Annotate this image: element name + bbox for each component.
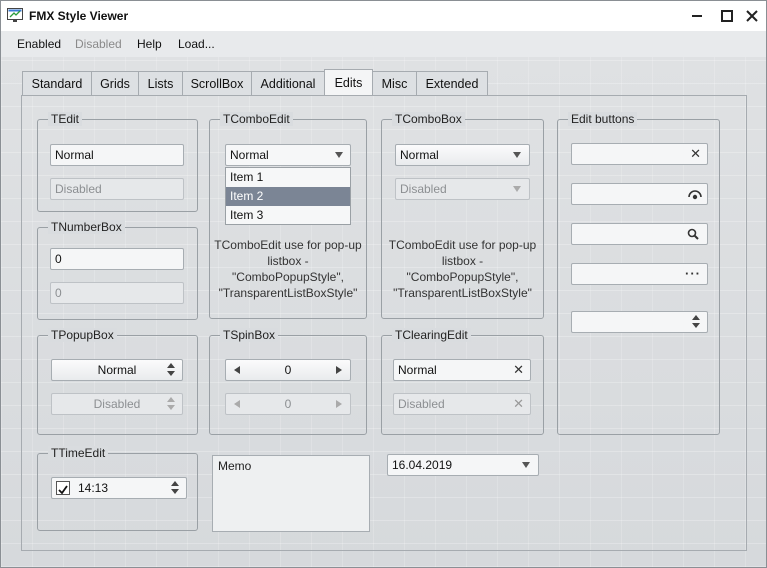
group-tnumberbox: TNumberBox	[37, 220, 198, 320]
timeedit-checkbox[interactable]	[56, 481, 70, 495]
tab-scrollbox[interactable]: ScrollBox	[182, 71, 252, 95]
chevron-down-icon[interactable]	[522, 462, 530, 468]
clear-icon[interactable]: ✕	[690, 144, 701, 164]
group-tpopupbox: TPopupBox	[37, 328, 198, 435]
note-line: listbox -	[441, 254, 484, 268]
numberbox-disabled: 0	[50, 282, 184, 304]
edit-with-clear-button[interactable]: ✕	[571, 143, 708, 165]
popupbox-value: Normal	[97, 363, 137, 377]
group-title: TClearingEdit	[392, 328, 471, 342]
close-icon[interactable]	[742, 6, 762, 26]
tedit-normal[interactable]: Normal	[50, 144, 184, 166]
group-title: TComboBox	[392, 112, 465, 126]
tab-extended[interactable]: Extended	[416, 71, 488, 95]
increment-icon	[336, 400, 342, 408]
menu-disabled[interactable]: Disabled	[75, 37, 122, 51]
note-line: "TransparentListBoxStyle"	[393, 286, 532, 300]
spinbox-value: 0	[284, 397, 292, 411]
combobox-note: TComboEdit use for pop-up listbox - "Com…	[381, 237, 544, 301]
edit-with-search-button[interactable]	[571, 223, 708, 245]
note-line: TComboEdit use for pop-up	[214, 238, 362, 252]
menu-bar: Enabled Disabled Help Load...	[1, 31, 766, 57]
tab-edits[interactable]: Edits	[324, 69, 373, 96]
comboedit-note: TComboEdit use for pop-up listbox - "Com…	[209, 237, 367, 301]
comboedit-value: Normal	[230, 148, 269, 162]
clearingedit-value: Normal	[398, 363, 437, 377]
edit-with-password-button[interactable]	[571, 183, 708, 205]
ellipsis-icon[interactable]: ···	[685, 264, 701, 284]
group-title: TComboEdit	[220, 112, 293, 126]
up-down-icon	[166, 363, 176, 377]
menu-enabled[interactable]: Enabled	[17, 37, 61, 51]
note-line: "TransparentListBoxStyle"	[218, 286, 358, 300]
numberbox-normal[interactable]: 0	[50, 248, 184, 270]
clear-icon[interactable]: ✕	[513, 360, 524, 380]
up-down-icon[interactable]	[691, 315, 701, 329]
decrement-icon[interactable]	[234, 366, 240, 374]
group-title: TEdit	[48, 112, 83, 126]
increment-icon[interactable]	[336, 366, 342, 374]
combobox-value: Normal	[400, 148, 439, 162]
title-bar: FMX Style Viewer	[1, 1, 766, 31]
list-item[interactable]: Item 3	[226, 206, 350, 225]
list-item-selected[interactable]: Item 2	[226, 187, 350, 206]
spinbox-value: 0	[284, 363, 292, 377]
up-down-icon	[166, 397, 176, 411]
date-edit[interactable]: 16.04.2019	[387, 454, 539, 476]
note-line: TComboEdit use for pop-up	[388, 238, 537, 252]
group-tspinbox: TSpinBox	[209, 328, 367, 435]
comboedit-input[interactable]: Normal	[225, 144, 351, 166]
clearingedit-normal[interactable]: Normal ✕	[393, 359, 531, 381]
timeedit-input[interactable]: 14:13	[51, 477, 187, 499]
clear-icon: ✕	[513, 396, 524, 411]
chevron-down-icon	[513, 186, 521, 192]
app-icon	[7, 8, 23, 22]
spinbox-disabled: 0	[225, 393, 351, 415]
chevron-down-icon[interactable]	[335, 152, 343, 158]
date-value: 16.04.2019	[392, 458, 453, 472]
combobox-disabled: Disabled	[395, 178, 530, 200]
window-title: FMX Style Viewer	[29, 9, 129, 23]
note-line: "ComboPopupStyle",	[232, 270, 344, 284]
edit-with-ellipsis-button[interactable]: ···	[571, 263, 708, 285]
app-window: FMX Style Viewer Enabled Disabled Help L…	[0, 0, 767, 568]
search-icon[interactable]	[687, 228, 699, 240]
group-tclearingedit: TClearingEdit	[381, 328, 544, 435]
decrement-icon	[234, 400, 240, 408]
popupbox-disabled: Disabled	[51, 393, 183, 415]
group-title: TSpinBox	[220, 328, 279, 342]
edit-with-spin-buttons[interactable]	[571, 311, 708, 333]
timeedit-value: 14:13	[78, 481, 109, 495]
clearingedit-value: Disabled	[398, 397, 445, 411]
tab-additional[interactable]: Additional	[251, 71, 325, 95]
group-title: TPopupBox	[48, 328, 117, 342]
list-item[interactable]: Item 1	[226, 168, 350, 187]
combobox-value: Disabled	[400, 182, 447, 196]
popupbox-normal[interactable]: Normal	[51, 359, 183, 381]
note-line: listbox -	[267, 254, 309, 268]
minimize-icon[interactable]	[687, 6, 707, 26]
clearingedit-disabled: Disabled ✕	[393, 393, 531, 415]
menu-load[interactable]: Load...	[178, 37, 215, 51]
tedit-disabled: Disabled	[50, 178, 184, 200]
tab-misc[interactable]: Misc	[372, 71, 417, 95]
tab-grids[interactable]: Grids	[91, 71, 139, 95]
memo-field[interactable]: Memo	[212, 455, 370, 532]
spinbox-normal[interactable]: 0	[225, 359, 351, 381]
popupbox-value: Disabled	[93, 397, 141, 411]
eye-icon[interactable]	[688, 188, 702, 200]
combobox-normal[interactable]: Normal	[395, 144, 530, 166]
group-title: TTimeEdit	[48, 446, 109, 460]
up-down-icon[interactable]	[170, 481, 180, 495]
note-line: "ComboPopupStyle",	[406, 270, 519, 284]
comboedit-dropdown: Item 1 Item 2 Item 3	[225, 167, 351, 225]
tab-standard[interactable]: Standard	[22, 71, 92, 95]
group-title: TNumberBox	[48, 220, 125, 234]
checkmark-icon	[58, 485, 68, 495]
tab-lists[interactable]: Lists	[138, 71, 183, 95]
menu-help[interactable]: Help	[137, 37, 162, 51]
maximize-icon[interactable]	[717, 6, 737, 26]
chevron-down-icon	[513, 152, 521, 158]
group-title: Edit buttons	[568, 112, 638, 126]
